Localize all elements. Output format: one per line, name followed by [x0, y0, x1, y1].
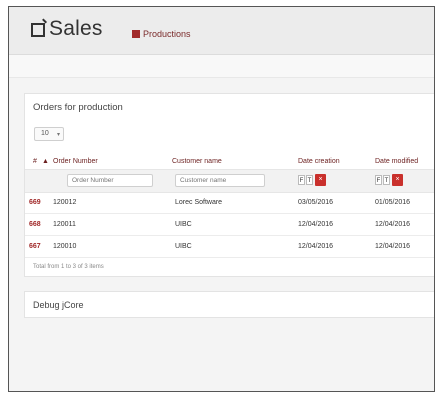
column-header-date-creation[interactable]: Date creation [298, 158, 340, 165]
document-icon [132, 30, 140, 38]
orders-panel: Orders for production 10 ▾ # ▲ Order Num… [24, 93, 434, 277]
app-window: Sales Productions Orders for production … [8, 6, 435, 392]
table-info: Total from 1 to 3 of 3 items [33, 264, 104, 270]
cell-customer-name: UIBC [175, 243, 192, 250]
page-title: Sales [49, 17, 103, 40]
chevron-down-icon: ▾ [56, 132, 60, 138]
page-length-value: 10 [41, 130, 49, 137]
toolbar-strip [9, 55, 434, 78]
order-number-filter-input[interactable] [67, 174, 153, 187]
cell-customer-name: UIBC [175, 221, 192, 228]
edit-icon [31, 23, 45, 37]
date-modified-to-button[interactable]: T [383, 175, 390, 185]
date-creation-from-button[interactable]: F [298, 175, 305, 185]
date-modified-from-button[interactable]: F [375, 175, 382, 185]
cell-order-number: 120011 [53, 221, 76, 228]
cell-date-modified: 01/05/2016 [375, 199, 411, 206]
filter-row: F T × F T × [25, 169, 434, 193]
cell-date-creation: 12/04/2016 [298, 243, 334, 250]
breadcrumb-label: Productions [143, 29, 191, 39]
cell-id[interactable]: 669 [29, 199, 41, 206]
page-header: Sales Productions [9, 7, 434, 55]
date-modified-clear-button[interactable]: × [392, 174, 403, 186]
table-header: # ▲ Order Number Customer name Date crea… [25, 155, 434, 168]
date-creation-to-button[interactable]: T [306, 175, 313, 185]
date-creation-clear-button[interactable]: × [315, 174, 326, 186]
column-header-order-number[interactable]: Order Number [53, 158, 98, 165]
debug-panel[interactable]: Debug jCore [24, 291, 434, 318]
customer-name-filter-input[interactable] [175, 174, 265, 187]
cell-date-modified: 12/04/2016 [375, 243, 411, 250]
page-length-select[interactable]: 10 ▾ [34, 127, 64, 141]
cell-order-number: 120012 [53, 199, 77, 206]
column-header-date-modified[interactable]: Date modified [375, 158, 418, 165]
cell-order-number: 120010 [53, 243, 77, 250]
table-row[interactable]: 667 120010 UIBC 12/04/2016 12/04/2016 [25, 236, 434, 258]
cell-id[interactable]: 668 [29, 221, 41, 228]
table-row[interactable]: 669 120012 Lorec Software 03/05/2016 01/… [25, 192, 434, 214]
cell-customer-name: Lorec Software [175, 199, 223, 206]
table-row[interactable]: 668 120011 UIBC 12/04/2016 12/04/2016 [25, 214, 434, 236]
cell-id[interactable]: 667 [29, 243, 41, 250]
panel-title: Orders for production [33, 102, 123, 113]
debug-panel-title: Debug jCore [33, 300, 84, 310]
cell-date-modified: 12/04/2016 [375, 221, 411, 228]
cell-date-creation: 12/04/2016 [298, 221, 334, 228]
column-header-customer-name[interactable]: Customer name [172, 158, 222, 165]
sort-icon[interactable]: ▲ [42, 158, 49, 165]
breadcrumb[interactable]: Productions [132, 29, 191, 39]
cell-date-creation: 03/05/2016 [298, 199, 334, 206]
column-header-id[interactable]: # [33, 158, 37, 165]
